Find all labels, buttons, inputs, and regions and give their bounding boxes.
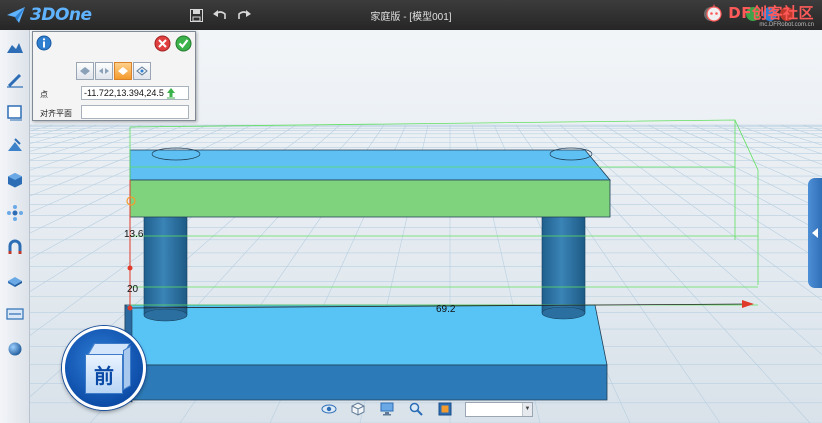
sketch-draw-icon[interactable] bbox=[5, 70, 25, 90]
watermark: DF创客社区 mc.DFRobot.com.cn bbox=[703, 2, 814, 28]
move-icon[interactable] bbox=[5, 203, 25, 223]
material-sphere-icon[interactable] bbox=[5, 339, 25, 359]
dimension-offset-label: 20 bbox=[127, 284, 139, 295]
point-mode-1-button[interactable] bbox=[76, 62, 94, 80]
bar-front-face[interactable] bbox=[129, 179, 611, 218]
redo-icon[interactable] bbox=[234, 5, 254, 25]
point-mode-1-icon bbox=[80, 67, 90, 75]
app-logo-text: 3DOne bbox=[30, 5, 92, 25]
point-mode-3-icon bbox=[118, 67, 128, 75]
title-bar: 3DOne 家庭版 - [模型001] DF创客社区 mc.DFRobot.co… bbox=[0, 0, 822, 30]
view-cube-icon[interactable] bbox=[349, 401, 367, 417]
point-mode-2-button[interactable] bbox=[95, 62, 113, 80]
right-pillar-bottom bbox=[541, 306, 586, 320]
left-pillar[interactable] bbox=[143, 214, 188, 316]
dimension-length-label: 69.2 bbox=[436, 304, 456, 315]
right-pillar[interactable] bbox=[541, 214, 586, 314]
sketch-edit-icon[interactable] bbox=[5, 103, 25, 123]
point-mode-4-icon bbox=[136, 66, 148, 76]
magnet-icon[interactable] bbox=[5, 237, 25, 257]
info-icon[interactable] bbox=[36, 35, 52, 51]
robot-logo-icon bbox=[706, 4, 722, 22]
paper-plane-icon bbox=[7, 7, 25, 23]
bar-top-face[interactable] bbox=[129, 149, 611, 181]
chevron-left-icon bbox=[812, 228, 818, 238]
combine-icon[interactable] bbox=[5, 170, 25, 190]
right-panel-toggle[interactable] bbox=[808, 178, 822, 288]
basic-solid-icon[interactable] bbox=[5, 38, 25, 58]
dimension-height-label: 13.6 bbox=[124, 229, 144, 240]
base-top-face[interactable] bbox=[124, 304, 608, 366]
view-cube-front-face[interactable]: 前 bbox=[85, 354, 123, 394]
display-mode-icon[interactable] bbox=[378, 401, 396, 417]
pick-point-icon[interactable] bbox=[165, 87, 177, 99]
render-icon[interactable] bbox=[436, 401, 454, 417]
point-field-label: 点 bbox=[40, 90, 48, 99]
base-front-face[interactable] bbox=[124, 364, 608, 401]
watermark-brand: DF创客社区 bbox=[728, 4, 814, 22]
paint-icon[interactable] bbox=[5, 270, 25, 290]
render-style-select[interactable]: ▼ bbox=[465, 401, 533, 417]
document-title: 家庭版 - [模型001] bbox=[370, 12, 452, 23]
point-mode-4-button[interactable] bbox=[133, 62, 151, 80]
bottom-toolbar: ▼ bbox=[320, 399, 533, 419]
save-icon[interactable] bbox=[186, 5, 206, 25]
align-plane-input[interactable] bbox=[81, 105, 189, 119]
distance-icon[interactable] bbox=[5, 304, 25, 324]
cancel-icon[interactable] bbox=[154, 35, 171, 52]
watermark-url: mc.DFRobot.com.cn bbox=[759, 22, 814, 28]
align-plane-label: 对齐平面 bbox=[40, 109, 72, 118]
app-logo[interactable]: 3DOne bbox=[6, 4, 92, 26]
left-toolbar bbox=[0, 30, 30, 423]
point-mode-2-icon bbox=[99, 68, 109, 74]
point-mode-3-button[interactable] bbox=[114, 62, 132, 80]
eye-icon[interactable] bbox=[320, 401, 338, 417]
zoom-icon[interactable] bbox=[407, 401, 425, 417]
left-pillar-bottom bbox=[143, 308, 188, 322]
undo-icon[interactable] bbox=[210, 5, 230, 25]
view-cube-side-face[interactable] bbox=[123, 345, 131, 391]
special-feature-icon[interactable] bbox=[5, 136, 25, 156]
chevron-down-icon: ▼ bbox=[522, 402, 532, 416]
view-cube[interactable]: 前 bbox=[62, 326, 146, 410]
point-dialog: 点 对齐平面 bbox=[32, 31, 196, 121]
view-cube-face-label: 前 bbox=[94, 363, 114, 388]
confirm-icon[interactable] bbox=[175, 35, 192, 52]
